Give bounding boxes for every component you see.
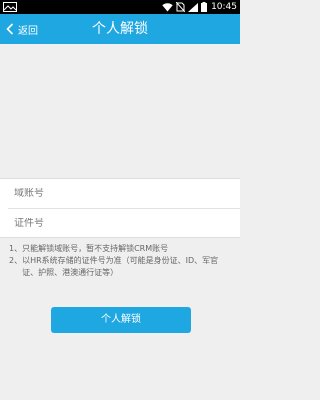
status-time: 10:45	[211, 2, 237, 12]
domain-account-input[interactable]	[14, 188, 240, 199]
signal-icon	[188, 2, 199, 12]
unlock-form	[0, 178, 240, 238]
domain-account-row	[0, 179, 240, 208]
note-text: 以HR系统存储的证件号为准（可能是身份证、ID、军官证、护照、港澳通行证等）	[22, 256, 219, 277]
id-number-input[interactable]	[14, 217, 240, 229]
no-sim-icon	[176, 2, 186, 12]
note-item: 2、 以HR系统存储的证件号为准（可能是身份证、ID、军官证、护照、港澳通行证等…	[9, 255, 233, 279]
unlock-button[interactable]: 个人解锁	[51, 307, 191, 333]
note-number: 1、	[9, 244, 23, 253]
app-header: 返回 个人解锁	[0, 14, 240, 44]
wifi-icon	[162, 2, 173, 12]
id-number-row	[8, 208, 240, 237]
status-bar: 10:45	[0, 0, 240, 14]
notes: 1、 只能解锁域账号，暂不支持解锁CRM账号 2、 以HR系统存储的证件号为准（…	[9, 243, 233, 279]
image-icon	[3, 2, 17, 12]
status-right: 10:45	[162, 0, 237, 14]
battery-icon	[201, 2, 208, 12]
page-title: 个人解锁	[92, 21, 148, 37]
note-item: 1、 只能解锁域账号，暂不支持解锁CRM账号	[9, 243, 233, 255]
note-text: 只能解锁域账号，暂不支持解锁CRM账号	[22, 244, 169, 253]
note-number: 2、	[9, 256, 23, 265]
